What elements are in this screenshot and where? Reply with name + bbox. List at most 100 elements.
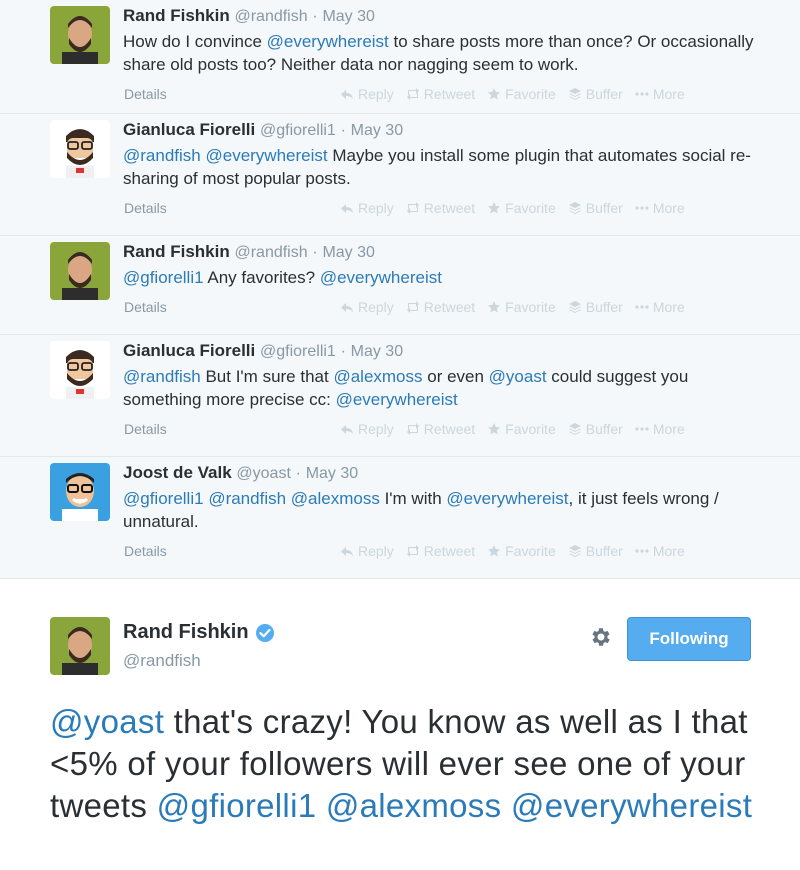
more-action[interactable]: More (635, 200, 685, 216)
retweet-action[interactable]: Retweet (406, 86, 475, 102)
tweet-date[interactable]: May 30 (322, 244, 374, 261)
retweet-label: Retweet (423, 299, 476, 315)
main-tweet-screenname[interactable]: @randfish (123, 651, 201, 671)
details-link[interactable]: Details (124, 200, 167, 216)
tweet-header: Gianluca Fiorelli @gfiorelli1 · May 30 (123, 341, 403, 362)
tweet-screenname[interactable]: @yoast (236, 465, 290, 482)
tweet-fullname[interactable]: Gianluca Fiorelli (123, 341, 255, 360)
reply-action[interactable]: Reply (340, 299, 394, 315)
tweet-actions: Reply Retweet Favorite Buffer More (340, 543, 697, 559)
gianluca-avatar[interactable] (50, 341, 110, 399)
gianluca-avatar-image (50, 120, 110, 178)
buffer-action[interactable]: Buffer (568, 543, 623, 559)
fullname-text[interactable]: Rand Fishkin (123, 621, 249, 644)
details-link[interactable]: Details (124, 543, 167, 559)
retweet-action[interactable]: Retweet (406, 299, 475, 315)
mention-link[interactable]: @gfiorelli1 (157, 787, 317, 824)
retweet-action[interactable]: Retweet (406, 200, 475, 216)
mention-link[interactable]: @yoast (50, 703, 164, 740)
mention-link[interactable]: @gfiorelli1 (123, 489, 204, 508)
favorite-action[interactable]: Favorite (487, 421, 556, 437)
mention-link[interactable]: @randfish (208, 489, 286, 508)
tweet-text-segment: Any favorites? (203, 268, 320, 287)
joost-avatar[interactable] (50, 463, 110, 521)
separator-dot: · (312, 244, 318, 261)
more-action[interactable]: More (635, 543, 685, 559)
buffer-action[interactable]: Buffer (568, 299, 623, 315)
buffer-action[interactable]: Buffer (568, 200, 623, 216)
verified-badge-icon (255, 623, 274, 642)
rand-avatar[interactable] (50, 242, 110, 300)
buffer-label: Buffer (585, 200, 623, 216)
favorite-label: Favorite (505, 200, 556, 216)
mention-link[interactable]: @everywhereist (446, 489, 568, 508)
reply-label: Reply (358, 543, 394, 559)
reply-action[interactable]: Reply (340, 543, 394, 559)
tweet-screenname[interactable]: @gfiorelli1 (260, 343, 336, 360)
more-icon (635, 427, 649, 431)
buffer-action[interactable]: Buffer (568, 421, 623, 437)
gear-icon[interactable] (588, 625, 612, 649)
reply-action[interactable]: Reply (340, 86, 394, 102)
tweet-date[interactable]: May 30 (351, 122, 403, 139)
favorite-action[interactable]: Favorite (487, 200, 556, 216)
rand-avatar-image (50, 6, 110, 64)
buffer-action[interactable]: Buffer (568, 86, 623, 102)
reply-tweet: Rand Fishkin @randfish · May 30 How do I … (0, 0, 800, 114)
favorite-action[interactable]: Favorite (487, 543, 556, 559)
mention-link[interactable]: @everywhereist (267, 32, 389, 51)
conversation-replies: Rand Fishkin @randfish · May 30 How do I … (0, 0, 800, 579)
favorite-action[interactable]: Favorite (487, 86, 556, 102)
mention-link[interactable]: @randfish (123, 367, 201, 386)
details-link[interactable]: Details (124, 86, 167, 102)
retweet-icon (406, 202, 419, 214)
mention-link[interactable]: @alexmoss (291, 489, 380, 508)
mention-link[interactable]: @everywhereist (511, 787, 752, 824)
tweet-fullname[interactable]: Joost de Valk (123, 463, 232, 482)
retweet-label: Retweet (423, 86, 476, 102)
reply-icon (341, 547, 353, 556)
retweet-action[interactable]: Retweet (406, 421, 475, 437)
mention-link[interactable]: @everywhereist (336, 390, 458, 409)
favorite-label: Favorite (505, 421, 556, 437)
reply-icon (341, 90, 353, 99)
tweet-screenname[interactable]: @randfish (234, 8, 307, 25)
following-button[interactable]: Following (627, 617, 751, 661)
tweet-date[interactable]: May 30 (351, 343, 403, 360)
retweet-label: Retweet (423, 421, 476, 437)
tweet-screenname[interactable]: @gfiorelli1 (260, 122, 336, 139)
favorite-icon (488, 423, 501, 435)
more-icon (635, 92, 649, 96)
tweet-screenname[interactable]: @randfish (234, 244, 307, 261)
retweet-action[interactable]: Retweet (406, 543, 475, 559)
tweet-header: Rand Fishkin @randfish · May 30 (123, 242, 375, 263)
more-action[interactable]: More (635, 299, 685, 315)
more-icon (635, 206, 649, 210)
tweet-fullname[interactable]: Gianluca Fiorelli (123, 120, 255, 139)
tweet-date[interactable]: May 30 (306, 465, 358, 482)
tweet-fullname[interactable]: Rand Fishkin (123, 6, 230, 25)
more-action[interactable]: More (635, 421, 685, 437)
gianluca-avatar[interactable] (50, 120, 110, 178)
reply-action[interactable]: Reply (340, 421, 394, 437)
mention-link[interactable]: @everywhereist (320, 268, 442, 287)
mention-link[interactable]: @yoast (489, 367, 547, 386)
mention-link[interactable]: @alexmoss (333, 367, 422, 386)
reply-action[interactable]: Reply (340, 200, 394, 216)
main-tweet-fullname[interactable]: Rand Fishkin (123, 621, 275, 644)
mention-link[interactable]: @randfish (123, 146, 201, 165)
details-link[interactable]: Details (124, 421, 167, 437)
mention-link[interactable]: @alexmoss (326, 787, 502, 824)
gianluca-avatar-image (50, 341, 110, 399)
favorite-icon (488, 301, 501, 313)
more-action[interactable]: More (635, 86, 685, 102)
details-link[interactable]: Details (124, 299, 167, 315)
tweet-fullname[interactable]: Rand Fishkin (123, 242, 230, 261)
mention-link[interactable]: @everywhereist (205, 146, 327, 165)
rand-avatar[interactable] (50, 6, 110, 64)
tweet-date[interactable]: May 30 (322, 8, 374, 25)
mention-link[interactable]: @gfiorelli1 (123, 268, 204, 287)
reply-tweet: Gianluca Fiorelli @gfiorelli1 · May 30 @r… (0, 114, 800, 236)
favorite-action[interactable]: Favorite (487, 299, 556, 315)
rand-avatar[interactable] (50, 617, 110, 675)
